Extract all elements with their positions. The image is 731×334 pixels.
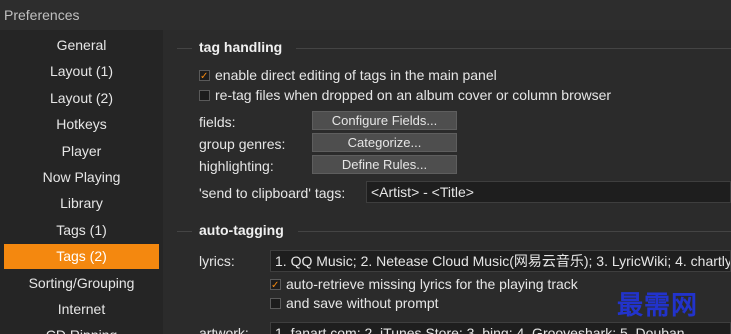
sidebar-item-hotkeys[interactable]: Hotkeys — [4, 112, 159, 137]
sidebar-item-internet[interactable]: Internet — [4, 297, 159, 322]
section-heading-tag-handling: tag handling — [199, 39, 283, 55]
sidebar-item-cd-ripping[interactable]: CD Ripping — [4, 323, 159, 334]
auto-retrieve-lyrics-checkbox[interactable] — [270, 277, 281, 295]
sidebar-item-layout-2[interactable]: Layout (2) — [4, 86, 159, 111]
lyrics-providers-input[interactable]: 1. QQ Music; 2. Netease Cloud Music(网易云音… — [270, 250, 731, 272]
highlighting-label: highlighting: — [199, 158, 274, 174]
window-title: Preferences — [4, 7, 80, 23]
watermark-logo: 最需网 — [617, 291, 699, 321]
section-heading-auto-tagging: auto-tagging — [199, 222, 284, 238]
section-rule-left — [177, 48, 192, 49]
artwork-providers-input[interactable]: 1. fanart.com; 2. iTunes Store; 3. bing;… — [270, 322, 731, 334]
sidebar-item-library[interactable]: Library — [4, 191, 159, 216]
sidebar-item-layout-1[interactable]: Layout (1) — [4, 59, 159, 84]
group-genres-label: group genres: — [199, 136, 286, 152]
fields-label: fields: — [199, 114, 236, 130]
clipboard-tags-label: 'send to clipboard' tags: — [199, 185, 346, 201]
save-without-prompt-label: and save without prompt — [286, 295, 439, 311]
section-rule-right — [296, 48, 731, 49]
sidebar-item-tags-1[interactable]: Tags (1) — [4, 218, 159, 243]
sidebar-item-sorting-grouping[interactable]: Sorting/Grouping — [4, 271, 159, 296]
sidebar-item-now-playing[interactable]: Now Playing — [4, 165, 159, 190]
lyrics-label: lyrics: — [199, 253, 235, 269]
retag-on-drop-label: re-tag files when dropped on an album co… — [215, 87, 612, 103]
define-rules-button[interactable]: Define Rules... — [312, 155, 457, 174]
configure-fields-button[interactable]: Configure Fields... — [312, 111, 457, 130]
clipboard-tags-input[interactable]: <Artist> - <Title> — [366, 181, 731, 203]
enable-direct-editing-label: enable direct editing of tags in the mai… — [215, 67, 497, 83]
auto-retrieve-lyrics-label: auto-retrieve missing lyrics for the pla… — [286, 276, 578, 292]
preferences-sidebar: General Layout (1) Layout (2) Hotkeys Pl… — [0, 30, 163, 334]
retag-on-drop-checkbox[interactable] — [199, 90, 210, 101]
sidebar-item-tags-2[interactable]: Tags (2) — [4, 244, 159, 269]
section-rule-right-2 — [298, 231, 731, 232]
title-bar: Preferences — [0, 0, 731, 30]
sidebar-item-player[interactable]: Player — [4, 139, 159, 164]
save-without-prompt-checkbox[interactable] — [270, 298, 281, 309]
section-rule-left-2 — [177, 231, 192, 232]
enable-direct-editing-checkbox[interactable] — [199, 68, 210, 86]
artwork-label: artwork: — [199, 325, 249, 334]
sidebar-item-general[interactable]: General — [4, 33, 159, 58]
categorize-button[interactable]: Categorize... — [312, 133, 457, 152]
